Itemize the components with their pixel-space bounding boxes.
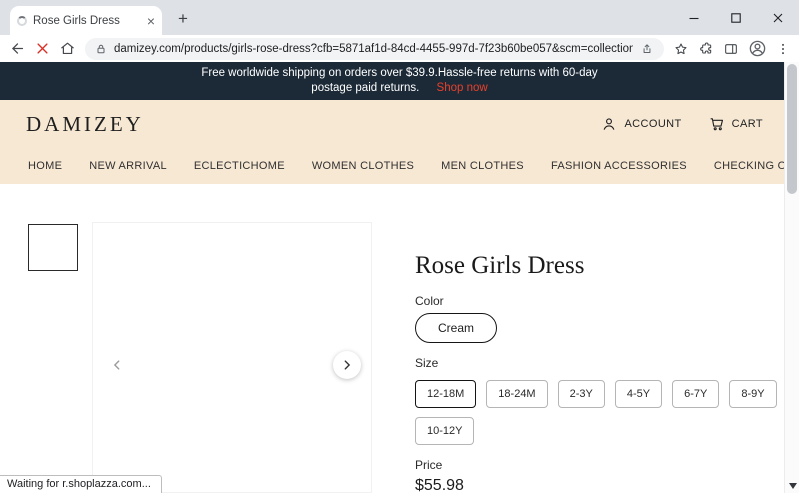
color-label: Color [415, 294, 444, 308]
stop-loading-icon[interactable] [35, 41, 50, 56]
carousel-next-button[interactable] [333, 351, 361, 379]
cart-button[interactable]: CART [708, 115, 763, 133]
announcement-line2: postage paid returns. [311, 82, 420, 94]
product-thumbnail[interactable] [28, 224, 78, 271]
url-text[interactable]: damizey.com/products/girls-rose-dress?cf… [114, 43, 633, 55]
size-option-12-18m[interactable]: 12-18M [415, 380, 477, 408]
account-person-icon [600, 115, 618, 133]
size-option-4-5y[interactable]: 4-5Y [614, 380, 663, 408]
browser-tab[interactable]: Rose Girls Dress × [10, 6, 162, 35]
browser-toolbar: damizey.com/products/girls-rose-dress?cf… [0, 35, 799, 62]
nav-item-women-clothes[interactable]: WOMEN CLOTHES [312, 160, 414, 172]
color-option-cream[interactable]: Cream [415, 313, 498, 343]
product-title: Rose Girls Dress [415, 252, 585, 279]
nav-item-eclectichome[interactable]: ECLECTICHOME [194, 160, 285, 172]
cart-label: CART [731, 118, 763, 130]
size-label: Size [415, 356, 439, 370]
tab-close-icon[interactable]: × [147, 14, 155, 28]
browser-window: Rose Girls Dress × + damizey.com/product… [0, 0, 799, 493]
announcement-line1: Free worldwide shipping on orders over $… [201, 67, 598, 79]
nav-item-fashion-accessories[interactable]: FASHION ACCESSORIES [551, 160, 687, 172]
scrollbar-thumb[interactable] [787, 64, 797, 194]
size-option-6-7y[interactable]: 6-7Y [672, 380, 720, 408]
window-minimize-button[interactable] [673, 0, 715, 35]
browser-status-text: Waiting for r.shoplazza.com... [0, 475, 162, 493]
size-option-8-9y[interactable]: 8-9Y [729, 380, 777, 408]
size-option-2-3y[interactable]: 2-3Y [557, 380, 605, 408]
back-icon[interactable] [9, 40, 26, 57]
nav-item-home[interactable]: HOME [28, 160, 62, 172]
announcement-bar: Free worldwide shipping on orders over $… [0, 62, 799, 100]
tab-title: Rose Girls Dress [33, 14, 120, 27]
site-nav: HOME NEW ARRIVAL ECLECTICHOME WOMEN CLOT… [0, 148, 799, 184]
site-header: DAMIZEY ACCOUNT CART [0, 100, 799, 148]
profile-avatar-icon[interactable] [748, 39, 767, 58]
product-price: $55.98 [415, 477, 464, 493]
account-label: ACCOUNT [624, 118, 682, 130]
nav-item-new-arrival[interactable]: NEW ARRIVAL [89, 160, 167, 172]
home-icon[interactable] [59, 40, 76, 57]
product-page: Rose Girls Dress Color Cream Size 12-18M… [0, 184, 799, 493]
page-scrollbar[interactable] [784, 62, 799, 493]
extensions-puzzle-icon[interactable] [698, 41, 714, 57]
shop-now-link[interactable]: Shop now [437, 82, 488, 94]
window-controls [673, 0, 799, 35]
browser-menu-kebab-icon[interactable] [776, 42, 790, 56]
tab-loading-spinner-icon [17, 15, 27, 26]
size-options: 12-18M 18-24M 2-3Y 4-5Y 6-7Y 8-9Y 10-12Y [415, 380, 795, 445]
share-icon[interactable] [640, 42, 654, 56]
window-maximize-button[interactable] [715, 0, 757, 35]
nav-item-men-clothes[interactable]: MEN CLOTHES [441, 160, 524, 172]
address-bar[interactable]: damizey.com/products/girls-rose-dress?cf… [85, 37, 664, 60]
account-button[interactable]: ACCOUNT [600, 115, 681, 133]
side-panel-icon[interactable] [723, 41, 739, 57]
site-logo[interactable]: DAMIZEY [26, 112, 600, 137]
price-label: Price [415, 458, 443, 472]
size-option-10-12y[interactable]: 10-12Y [415, 417, 475, 445]
scrollbar-down-arrow-icon[interactable] [785, 479, 799, 492]
product-main-image [92, 222, 372, 493]
product-details: Rose Girls Dress Color Cream Size 12-18M… [415, 248, 795, 493]
size-option-18-24m[interactable]: 18-24M [486, 380, 548, 408]
bookmark-star-icon[interactable] [673, 41, 689, 57]
cart-icon [708, 115, 726, 133]
lock-icon [95, 43, 107, 55]
new-tab-button[interactable]: + [172, 8, 194, 30]
window-close-button[interactable] [757, 0, 799, 35]
carousel-prev-button[interactable] [103, 351, 131, 379]
tab-strip: Rose Girls Dress × + [0, 0, 799, 35]
